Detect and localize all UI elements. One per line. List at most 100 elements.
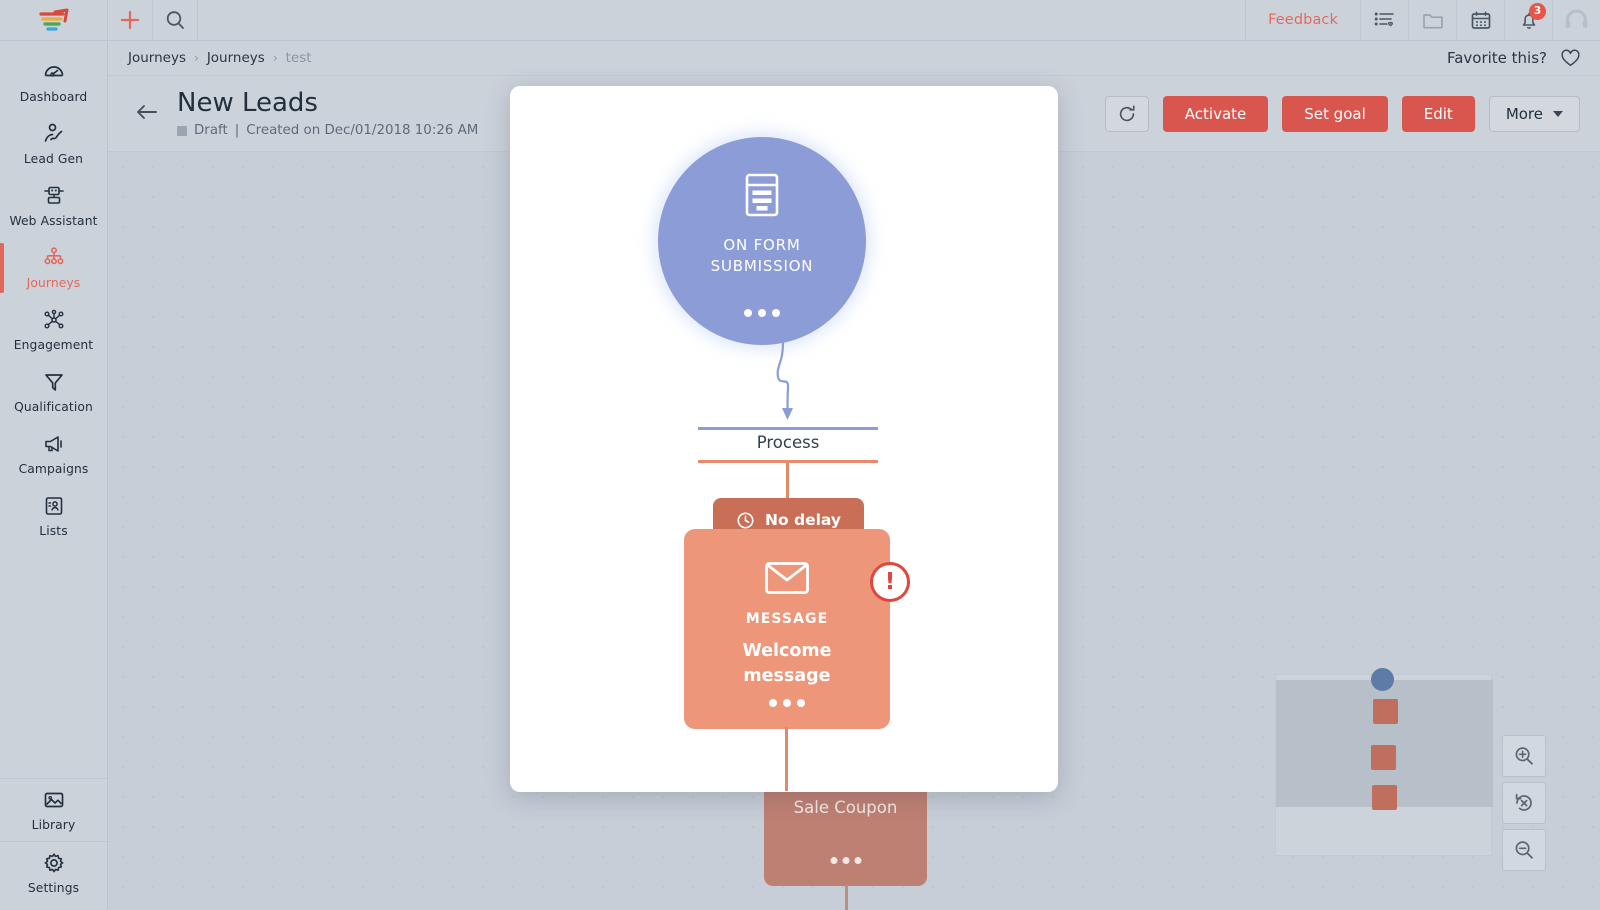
journey-node-message[interactable]: MESSAGE Welcome message <box>684 529 890 729</box>
library-image-icon <box>44 792 63 808</box>
zoom-in-button[interactable] <box>1502 735 1546 777</box>
status-badge-dot <box>177 125 187 136</box>
more-button[interactable]: More <box>1488 95 1580 132</box>
heart-icon[interactable] <box>1559 47 1582 69</box>
edit-button[interactable]: Edit <box>1401 95 1475 132</box>
search-button[interactable] <box>153 0 198 40</box>
sidebar-item-settings[interactable]: Settings <box>0 842 107 904</box>
chevron-down-icon <box>1553 110 1563 117</box>
sidebar-item-web-assistant[interactable]: Web Assistant <box>0 175 107 237</box>
sidebar-item-dashboard[interactable]: Dashboard <box>0 51 107 113</box>
reset-zoom-icon <box>1515 793 1532 811</box>
sidebar-item-lead-gen[interactable]: Lead Gen <box>0 113 107 175</box>
sidebar-item-qualification[interactable]: Qualification <box>0 361 107 423</box>
minimap-node-trigger <box>1371 668 1394 691</box>
activate-button[interactable]: Activate <box>1162 95 1269 132</box>
journey-node-menu[interactable] <box>830 857 861 864</box>
tasks-button[interactable] <box>1360 0 1408 40</box>
connector-arrow-icon <box>776 340 793 420</box>
page-title-block: New Leads Draft | Created on Dec/01/2018… <box>177 87 478 138</box>
form-document-icon <box>745 173 779 217</box>
feedback-button[interactable]: Feedback <box>1245 0 1360 40</box>
message-icon-wrap <box>764 561 810 599</box>
message-name-line1: Welcome <box>742 641 832 661</box>
ellipsis-icon <box>744 309 780 317</box>
clock-icon <box>737 511 754 529</box>
created-label: Created on Dec/01/2018 10:26 AM <box>246 123 479 139</box>
notifications-button[interactable]: 3 <box>1504 0 1552 40</box>
sidebar: Dashboard Lead Gen Web Assistant Journey… <box>0 41 108 910</box>
modal-content: ON FORM SUBMISSION Process No delay MESS… <box>510 86 1058 792</box>
minimap-node <box>1371 745 1396 770</box>
meta-separator: | <box>234 123 240 139</box>
sidebar-item-lists[interactable]: Lists <box>0 485 107 547</box>
calendar-button[interactable] <box>1456 0 1504 40</box>
trigger-label-line1: ON FORM <box>723 236 801 254</box>
support-headset-icon <box>1565 9 1588 28</box>
sidebar-item-label: Lists <box>39 524 68 538</box>
more-label: More <box>1505 104 1543 123</box>
status-label: Draft <box>194 123 228 139</box>
refresh-button[interactable] <box>1104 95 1149 132</box>
journey-connector <box>845 885 848 910</box>
app-root: Feedback 3 Dashboard Lead Gen Web Assist… <box>0 0 1600 910</box>
zoom-out-button[interactable] <box>1502 829 1546 871</box>
sidebar-item-library[interactable]: Library <box>0 779 107 841</box>
qualification-funnel-icon <box>44 374 63 391</box>
message-connector <box>785 727 788 791</box>
message-error-badge[interactable]: ! <box>870 562 910 602</box>
sidebar-item-campaigns[interactable]: Campaigns <box>0 423 107 485</box>
add-button[interactable] <box>108 0 153 40</box>
sidebar-item-label: Qualification <box>14 400 93 414</box>
sidebar-item-label: Lead Gen <box>23 152 84 166</box>
journey-node-sale-coupon[interactable]: Sale Coupon <box>764 776 927 886</box>
delay-label: No delay <box>764 511 842 529</box>
process-label: Process <box>756 433 820 452</box>
sidebar-item-label: Journeys <box>26 276 81 290</box>
back-arrow-icon <box>137 104 157 119</box>
feedback-label: Feedback <box>1268 12 1338 28</box>
trigger-menu[interactable] <box>744 309 780 317</box>
lead-gen-person-icon <box>44 123 62 142</box>
ellipsis-icon <box>769 699 805 707</box>
trigger-to-process-connector <box>738 340 838 436</box>
page-header-actions: Activate Set goal Edit More <box>1104 95 1600 132</box>
message-name-label: Welcome message <box>742 639 831 689</box>
set-goal-button[interactable]: Set goal <box>1282 95 1388 132</box>
envelope-icon <box>765 562 809 594</box>
journeys-tree-icon <box>43 247 63 265</box>
reset-zoom-button[interactable] <box>1502 782 1546 824</box>
breadcrumb-bar: Journeys › Journeys › test Favorite this… <box>108 41 1600 76</box>
folder-button[interactable] <box>1408 0 1456 40</box>
process-top-rule <box>698 427 878 430</box>
trigger-label: ON FORM SUBMISSION <box>711 235 814 276</box>
sidebar-item-label: Library <box>31 818 76 832</box>
page-title: New Leads <box>177 87 318 118</box>
sidebar-item-engagement[interactable]: Engagement <box>0 299 107 361</box>
zoom-out-icon <box>1515 841 1533 859</box>
sidebar-item-label: Web Assistant <box>9 214 98 228</box>
sidebar-item-label: Engagement <box>13 338 94 352</box>
page-subtitle: Draft | Created on Dec/01/2018 10:26 AM <box>177 123 478 138</box>
journey-node-trigger[interactable]: ON FORM SUBMISSION <box>658 137 866 345</box>
back-button[interactable] <box>133 100 161 128</box>
breadcrumb-separator: › <box>272 51 278 65</box>
app-logo[interactable] <box>0 0 108 41</box>
tasks-icon <box>1374 12 1394 27</box>
message-type-label: MESSAGE <box>745 611 829 627</box>
message-menu[interactable] <box>769 699 805 707</box>
engagement-network-icon <box>44 309 64 329</box>
journey-preview-modal: ON FORM SUBMISSION Process No delay MESS… <box>510 86 1058 792</box>
minimap[interactable] <box>1275 668 1493 856</box>
sidebar-item-journeys[interactable]: Journeys <box>0 237 107 299</box>
sidebar-item-label: Settings <box>27 881 80 895</box>
support-button[interactable] <box>1552 0 1600 40</box>
breadcrumb-item-1[interactable]: Journeys <box>207 50 265 66</box>
trigger-icon-wrap <box>742 172 782 222</box>
top-bar-spacer <box>198 0 1245 40</box>
breadcrumb-item-0[interactable]: Journeys <box>128 50 186 66</box>
breadcrumb-item-2: test <box>285 50 312 66</box>
trigger-label-line2: SUBMISSION <box>710 256 814 275</box>
favorite-label[interactable]: Favorite this? <box>1447 49 1547 67</box>
folder-icon <box>1422 14 1443 29</box>
